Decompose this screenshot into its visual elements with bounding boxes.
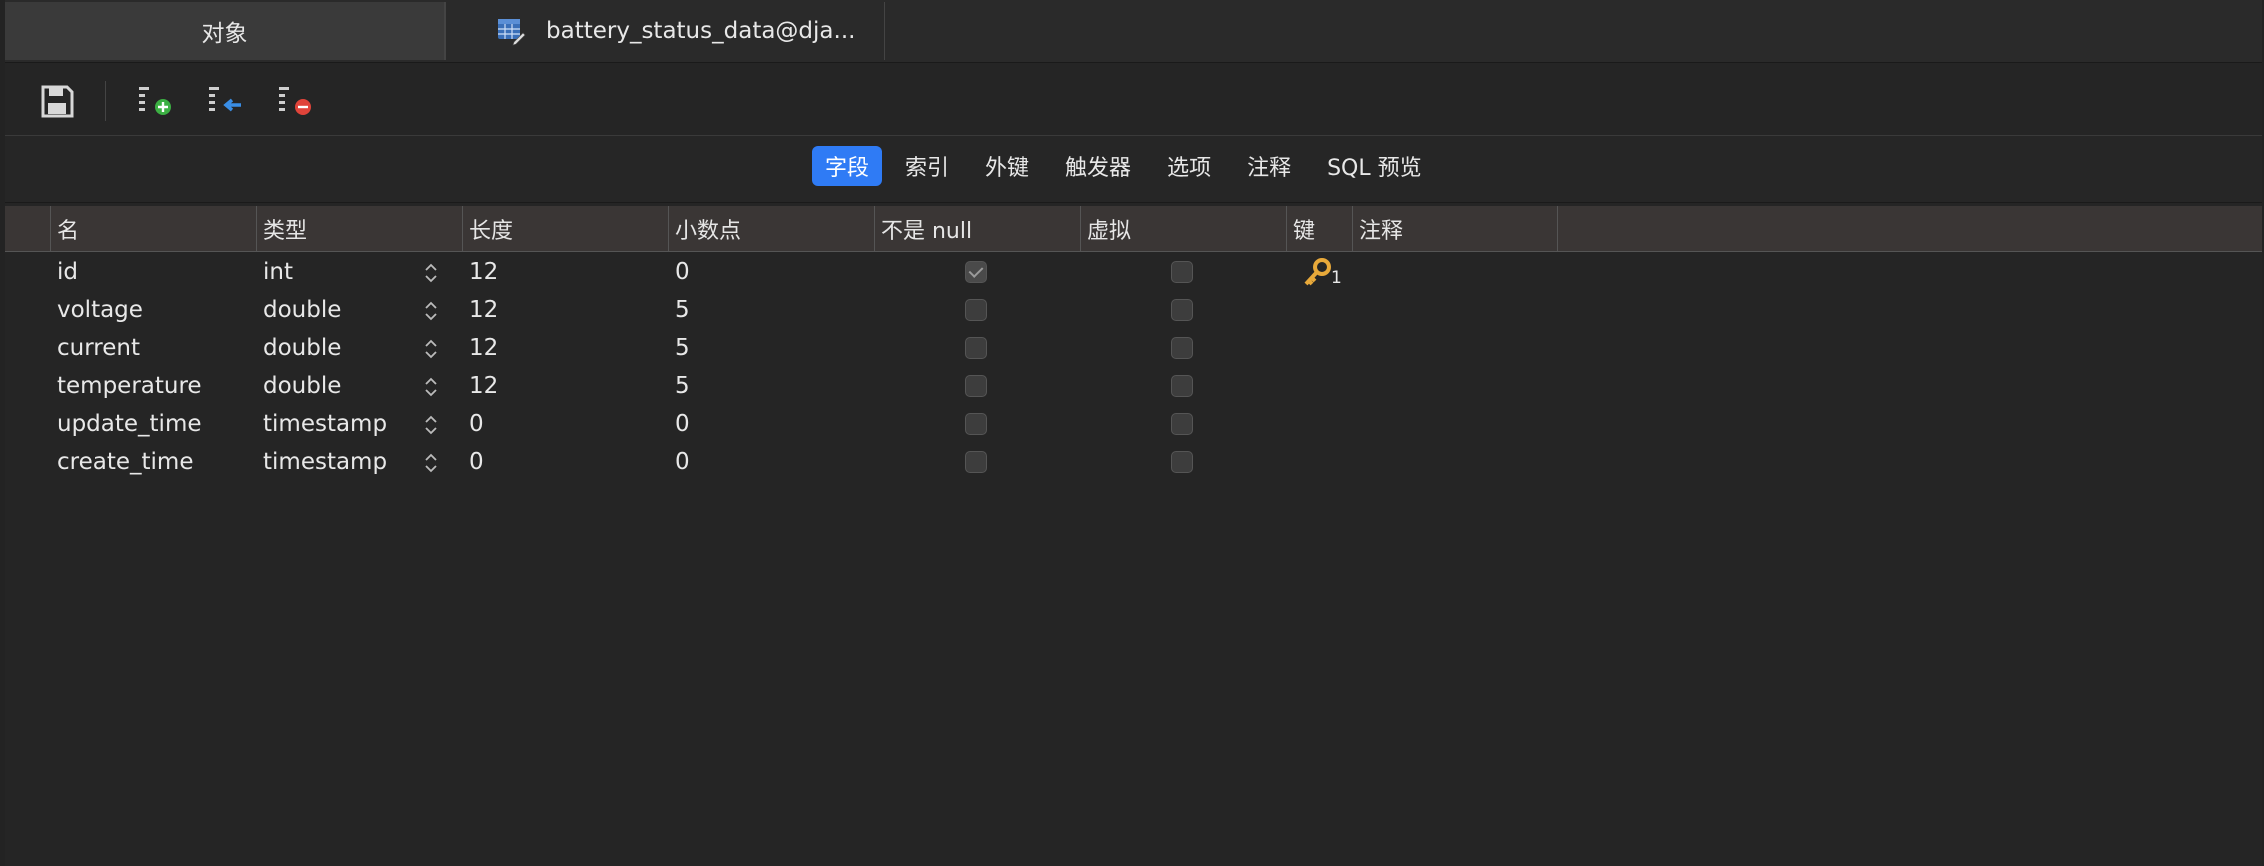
- tab-foreign-keys[interactable]: 外键: [972, 146, 1042, 186]
- delete-field-icon[interactable]: [275, 81, 315, 121]
- column-key[interactable]: 键: [1286, 206, 1352, 251]
- column-header: 名 类型 长度 小数点 不是 null 虚拟 键 注释: [5, 206, 2262, 252]
- field-type[interactable]: timestamp: [263, 443, 387, 481]
- field-decimals[interactable]: 5: [675, 367, 690, 405]
- field-type[interactable]: double: [263, 367, 341, 405]
- virtual-checkbox[interactable]: [1171, 451, 1193, 473]
- tab-sql-preview[interactable]: SQL 预览: [1314, 146, 1435, 186]
- field-length[interactable]: 12: [469, 291, 498, 329]
- field-length[interactable]: 12: [469, 253, 498, 291]
- not-null-checkbox[interactable]: [965, 299, 987, 321]
- virtual-checkbox[interactable]: [1171, 299, 1193, 321]
- table-row[interactable]: temperature double 12 5: [5, 367, 2262, 405]
- virtual-checkbox[interactable]: [1171, 413, 1193, 435]
- table-designer-window: 对象 battery_status_data@dja... 字段 索引 外键 触…: [5, 0, 2262, 866]
- column-not-null[interactable]: 不是 null: [874, 206, 1080, 251]
- type-stepper-icon[interactable]: [423, 299, 439, 323]
- not-null-checkbox[interactable]: [965, 337, 987, 359]
- table-edit-icon: [498, 19, 526, 46]
- field-length[interactable]: 12: [469, 367, 498, 405]
- not-null-checkbox[interactable]: [965, 261, 987, 283]
- segment-bar: 字段 索引 外键 触发器 选项 注释 SQL 预览: [5, 136, 2262, 203]
- tab-comments[interactable]: 注释: [1234, 146, 1304, 186]
- field-decimals[interactable]: 0: [675, 253, 690, 291]
- field-type[interactable]: timestamp: [263, 405, 387, 443]
- column-decimals[interactable]: 小数点: [668, 206, 874, 251]
- tab-bar: 对象 battery_status_data@dja...: [5, 0, 2262, 63]
- column-virtual[interactable]: 虚拟: [1080, 206, 1286, 251]
- tab-table-design-label: battery_status_data@dja...: [546, 18, 856, 44]
- toolbar-separator: [105, 81, 106, 121]
- field-decimals[interactable]: 5: [675, 329, 690, 367]
- column-type[interactable]: 类型: [256, 206, 462, 251]
- field-decimals[interactable]: 0: [675, 405, 690, 443]
- virtual-checkbox[interactable]: [1171, 261, 1193, 283]
- table-row[interactable]: current double 12 5: [5, 329, 2262, 367]
- save-icon[interactable]: [37, 81, 77, 121]
- type-stepper-icon[interactable]: [423, 337, 439, 361]
- virtual-checkbox[interactable]: [1171, 375, 1193, 397]
- field-name[interactable]: temperature: [57, 367, 202, 405]
- virtual-checkbox[interactable]: [1171, 337, 1193, 359]
- column-name[interactable]: 名: [50, 206, 256, 251]
- field-name[interactable]: voltage: [57, 291, 143, 329]
- type-stepper-icon[interactable]: [423, 413, 439, 437]
- field-type[interactable]: int: [263, 253, 293, 291]
- tab-fields[interactable]: 字段: [812, 146, 883, 186]
- field-type[interactable]: double: [263, 291, 341, 329]
- field-name[interactable]: id: [57, 253, 78, 291]
- not-null-checkbox[interactable]: [965, 413, 987, 435]
- tab-indexes[interactable]: 索引: [892, 146, 962, 186]
- table-row[interactable]: update_time timestamp 0 0: [5, 405, 2262, 443]
- type-stepper-icon[interactable]: [423, 375, 439, 399]
- tab-objects-label: 对象: [201, 21, 248, 47]
- field-decimals[interactable]: 0: [675, 443, 690, 481]
- add-field-icon[interactable]: [135, 81, 175, 121]
- not-null-checkbox[interactable]: [965, 375, 987, 397]
- tab-triggers[interactable]: 触发器: [1052, 146, 1144, 186]
- type-stepper-icon[interactable]: [423, 451, 439, 475]
- field-decimals[interactable]: 5: [675, 291, 690, 329]
- field-name[interactable]: current: [57, 329, 140, 367]
- tab-objects[interactable]: 对象: [5, 2, 445, 60]
- column-length[interactable]: 长度: [462, 206, 668, 251]
- type-stepper-icon[interactable]: [423, 261, 439, 285]
- field-length[interactable]: 0: [469, 443, 484, 481]
- table-row[interactable]: id int 12 0 1: [5, 253, 2262, 291]
- table-row[interactable]: create_time timestamp 0 0: [5, 443, 2262, 481]
- toolbar: [5, 63, 2262, 136]
- tab-options[interactable]: 选项: [1154, 146, 1224, 186]
- fields-table: id int 12 0 1 voltage double 12 5 curren…: [5, 253, 2262, 481]
- insert-field-icon[interactable]: [205, 81, 245, 121]
- field-length[interactable]: 12: [469, 329, 498, 367]
- field-name[interactable]: create_time: [57, 443, 193, 481]
- table-row[interactable]: voltage double 12 5: [5, 291, 2262, 329]
- field-name[interactable]: update_time: [57, 405, 202, 443]
- column-comment[interactable]: 注释: [1352, 206, 1558, 251]
- not-null-checkbox[interactable]: [965, 451, 987, 473]
- field-length[interactable]: 0: [469, 405, 484, 443]
- tab-table-design[interactable]: battery_status_data@dja...: [445, 2, 885, 60]
- field-type[interactable]: double: [263, 329, 341, 367]
